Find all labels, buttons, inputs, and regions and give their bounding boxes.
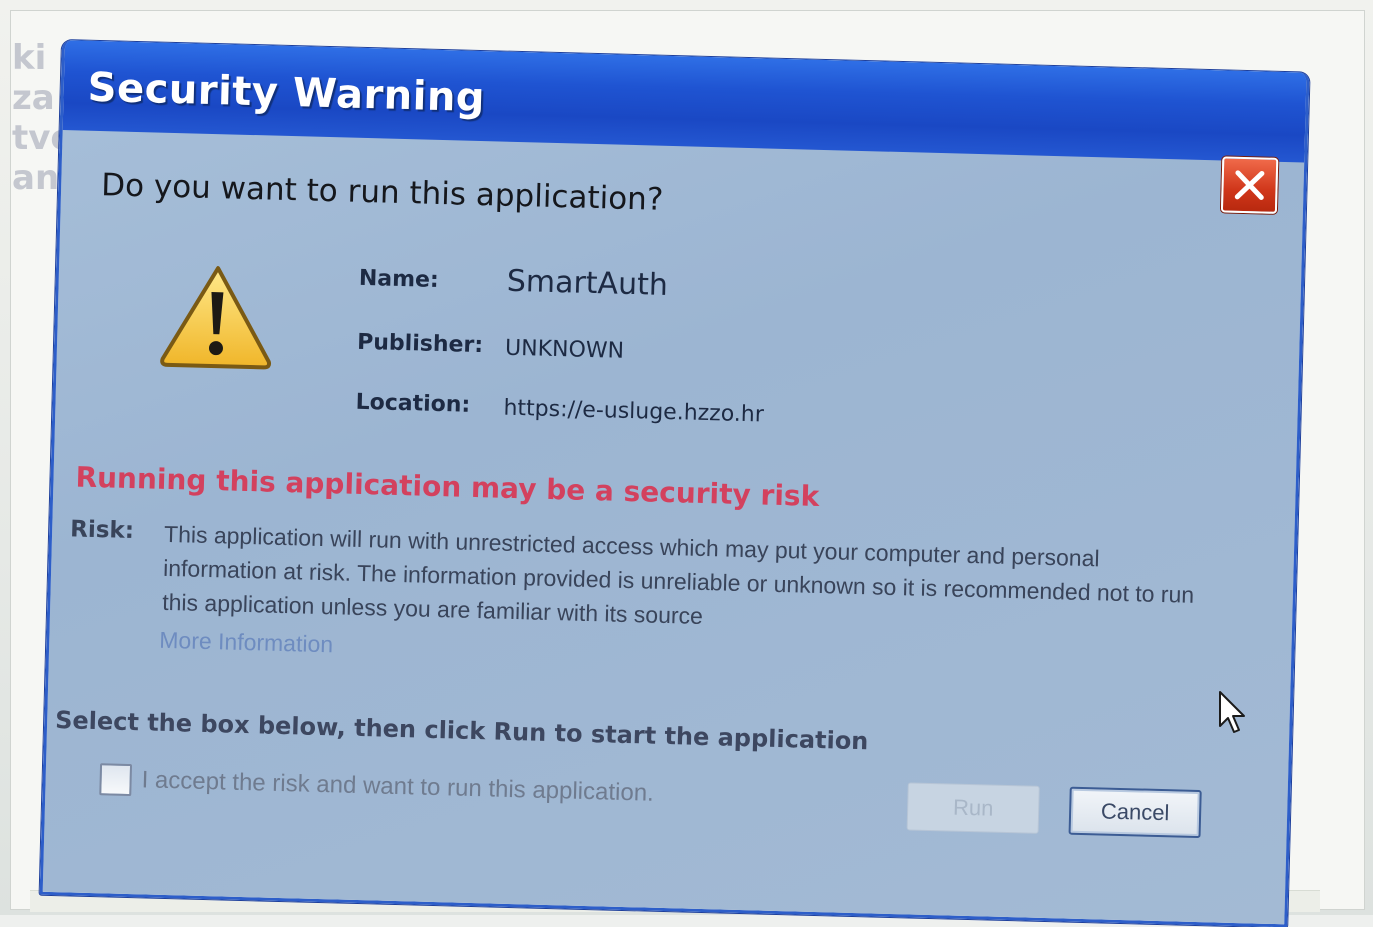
desktop-background: ki za tvo anj Security Warning Do you wa…	[0, 0, 1373, 927]
dialog-question: Do you want to run this application?	[100, 167, 664, 218]
security-warning-dialog: Security Warning Do you want to run this…	[39, 40, 1310, 927]
location-value: https://e-usluge.hzzo.hr	[503, 395, 765, 428]
risk-description: This application will run with unrestric…	[161, 520, 1195, 629]
name-label: Name:	[358, 265, 440, 293]
publisher-label: Publisher:	[356, 329, 484, 359]
run-button[interactable]: Run	[906, 782, 1040, 834]
more-information-link[interactable]: More Information	[159, 627, 333, 659]
accept-risk-checkbox[interactable]	[99, 763, 133, 797]
accept-risk-option[interactable]: I accept the risk and want to run this a…	[99, 763, 654, 809]
warning-icon	[160, 266, 272, 370]
accept-risk-label[interactable]: I accept the risk and want to run this a…	[141, 766, 654, 807]
select-instruction: Select the box below, then click Run to …	[54, 706, 869, 756]
cancel-button[interactable]: Cancel	[1068, 786, 1202, 839]
dialog-title: Security Warning	[87, 64, 486, 122]
risk-label: Risk:	[69, 516, 135, 545]
mouse-cursor-icon	[1219, 691, 1245, 733]
name-value: SmartAuth	[506, 263, 669, 303]
risk-title: Running this application may be a securi…	[75, 460, 820, 513]
location-label: Location:	[355, 389, 471, 418]
dialog-content: Do you want to run this application? Nam…	[43, 130, 1305, 927]
publisher-value: UNKNOWN	[504, 335, 625, 364]
